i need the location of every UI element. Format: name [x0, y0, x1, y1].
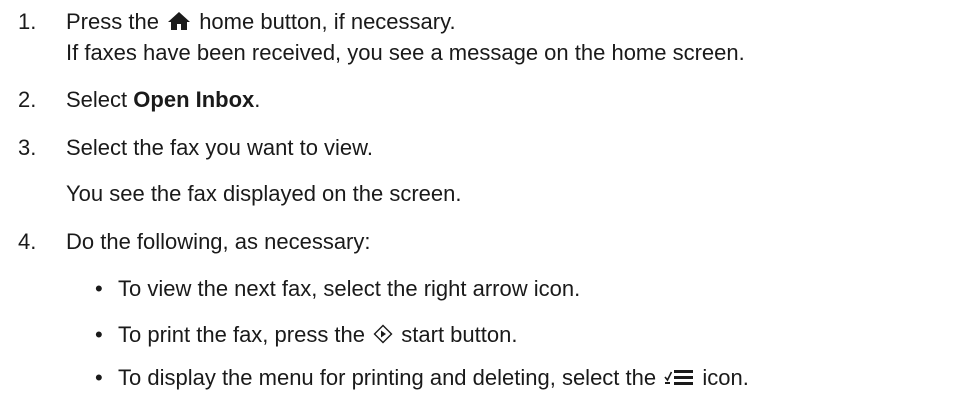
open-inbox-label: Open Inbox: [133, 87, 255, 112]
step-text: Do the following, as necessary:: [66, 229, 371, 254]
bullet-dot: •: [95, 276, 103, 301]
step-number: 1.: [18, 9, 37, 34]
step-text: Select Open Inbox.: [66, 87, 261, 112]
bullet-dot: •: [95, 365, 103, 390]
step-text: Select the fax you want to view.: [66, 135, 373, 160]
step-number: 4.: [18, 229, 37, 254]
menu-check-list-icon: [664, 370, 694, 386]
step-text: Press the home button, if necessary.: [66, 9, 456, 34]
step-number: 2.: [18, 87, 37, 112]
home-icon: [168, 12, 191, 31]
start-icon: [373, 324, 393, 344]
step-number: 3.: [18, 135, 37, 160]
bullet-dot: •: [95, 322, 103, 347]
